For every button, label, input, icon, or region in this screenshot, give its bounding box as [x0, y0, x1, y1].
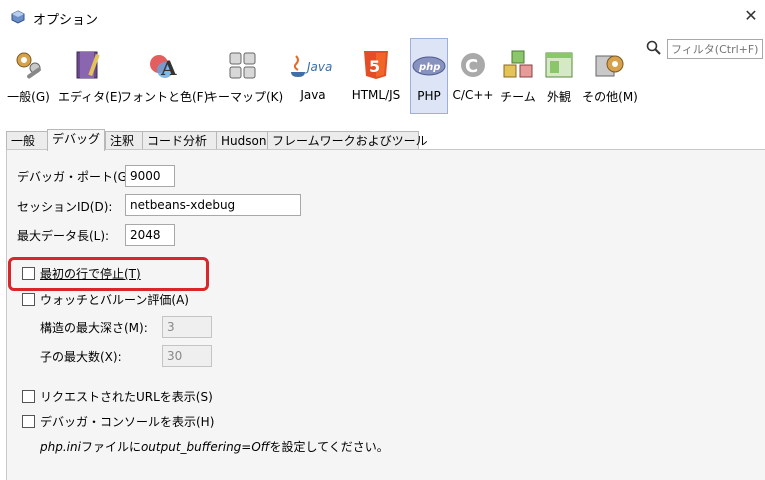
category-php[interactable]: php PHP	[410, 38, 448, 114]
close-button[interactable]: ✕	[742, 6, 760, 26]
category-label: Java	[300, 88, 326, 102]
close-icon: ✕	[744, 6, 758, 25]
max-children-label: 子の最大数(X):	[40, 350, 122, 364]
wrench-gears-icon	[16, 52, 41, 79]
category-html-js[interactable]: 5 HTML/JS	[344, 38, 408, 114]
category-label: 外観	[546, 90, 571, 104]
font-color-icon: A	[150, 55, 177, 80]
category-cpp[interactable]: C C/C++	[450, 38, 496, 114]
java-icon: Java	[291, 55, 332, 77]
svg-text:C: C	[465, 56, 478, 77]
window-title: オプション	[33, 13, 99, 28]
category-fonts-colors[interactable]: A フォントと色(F)	[120, 38, 209, 114]
tab-general[interactable]: 一般	[6, 131, 48, 150]
keyboard-icon	[229, 52, 256, 79]
category-appearance[interactable]: 外観	[540, 38, 578, 114]
note-setting: output_buffering=Off	[140, 440, 270, 454]
svg-text:php: php	[418, 62, 440, 73]
output-buffering-note: php.iniファイルにoutput_buffering=Offを設定してくださ…	[40, 438, 389, 455]
category-label: フォントと色(F)	[120, 90, 209, 104]
search-input[interactable]	[667, 39, 763, 59]
tab-frameworks-tools[interactable]: フレームワークおよびツール	[267, 131, 428, 150]
max-data-length-label: 最大データ長(L):	[17, 229, 110, 243]
tab-annotations[interactable]: 注釈	[105, 131, 143, 150]
appearance-icon	[545, 52, 573, 78]
note-text-1: ファイルに	[80, 440, 141, 454]
max-depth-input[interactable]	[162, 316, 212, 338]
show-console-label[interactable]: デバッガ・コンソールを表示(H)	[40, 413, 214, 430]
debug-panel	[6, 149, 765, 480]
show-url-checkbox[interactable]	[22, 390, 35, 403]
note-phpini: php.ini	[40, 440, 81, 454]
category-label: キーマップ(K)	[206, 90, 284, 104]
note-text-2: を設定してください。	[269, 440, 389, 454]
debugger-port-input[interactable]	[125, 165, 175, 187]
category-label: エディタ(E)	[58, 90, 123, 104]
session-id-label: セッションID(D):	[17, 200, 113, 214]
category-java[interactable]: Java Java	[284, 38, 342, 114]
tab-code-analysis[interactable]: コード分析	[142, 131, 217, 150]
category-label: HTML/JS	[351, 88, 401, 102]
category-label: その他(M)	[582, 90, 638, 104]
show-console-checkbox[interactable]	[22, 415, 35, 428]
category-team[interactable]: チーム	[497, 38, 539, 114]
watches-balloon-label[interactable]: ウォッチとバルーン評価(A)	[40, 291, 189, 308]
category-keymap[interactable]: キーマップ(K)	[206, 38, 284, 114]
category-general[interactable]: 一般(G)	[0, 38, 57, 114]
cpp-icon: C	[461, 53, 485, 77]
tab-strip: 一般 デバッグ 注釈 コード分析 Hudson フレームワークおよびツール	[6, 129, 428, 151]
annotation-highlight-box	[8, 257, 209, 291]
category-editor[interactable]: エディタ(E)	[58, 38, 123, 114]
category-label: PHP	[417, 89, 441, 103]
max-children-input[interactable]	[162, 345, 212, 367]
html5-icon: 5	[364, 51, 388, 79]
category-misc[interactable]: その他(M)	[578, 38, 642, 114]
max-depth-label: 構造の最大深さ(M):	[40, 321, 148, 335]
svg-text:5: 5	[369, 57, 380, 76]
category-label: 一般(G)	[7, 90, 50, 104]
team-blocks-icon	[503, 50, 533, 78]
php-icon: php	[412, 56, 446, 76]
misc-gear-icon	[595, 55, 624, 77]
svg-text:Java: Java	[305, 60, 332, 74]
debugger-port-label: デバッガ・ポート(G):	[17, 170, 136, 184]
tab-debug[interactable]: デバッグ	[47, 129, 105, 151]
title-bar: オプション ✕	[0, 0, 765, 34]
show-url-label[interactable]: リクエストされたURLを表示(S)	[40, 388, 213, 405]
category-label: チーム	[500, 90, 536, 104]
search-icon	[646, 40, 662, 56]
session-id-input[interactable]	[125, 194, 301, 216]
watches-balloon-checkbox[interactable]	[22, 293, 35, 306]
app-cube-icon	[11, 10, 25, 24]
notebook-pencil-icon	[76, 51, 100, 79]
category-label: C/C++	[452, 88, 494, 102]
max-data-length-input[interactable]	[125, 224, 175, 246]
svg-text:A: A	[160, 56, 177, 80]
tab-hudson[interactable]: Hudson	[216, 131, 268, 150]
